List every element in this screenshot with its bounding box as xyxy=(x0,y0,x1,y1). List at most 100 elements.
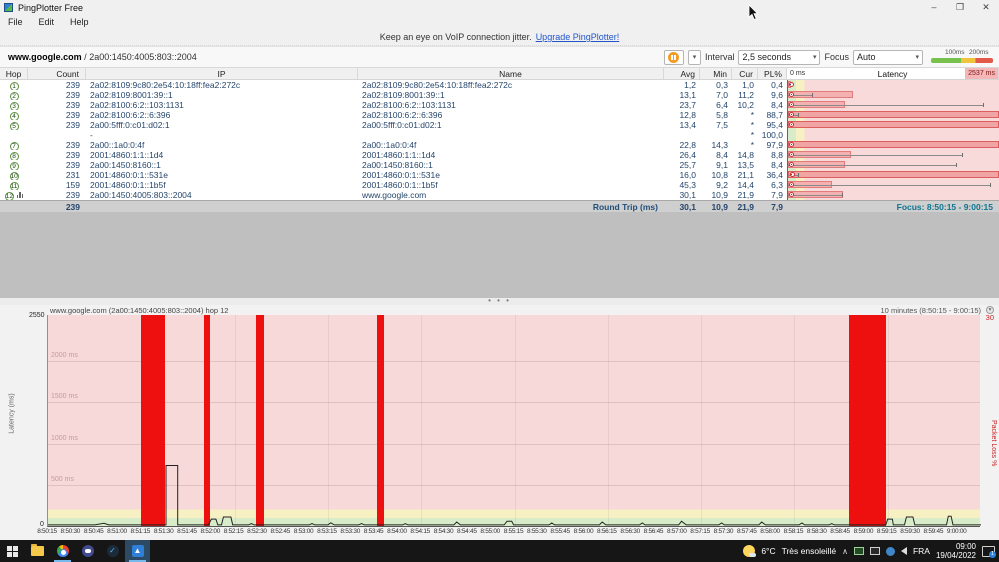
pl-cell: 8,4 xyxy=(771,100,783,110)
count-cell: 231 xyxy=(65,170,80,180)
hop-number-badge: 4 xyxy=(9,112,19,120)
latency-mini-graph xyxy=(787,80,999,90)
hop-row[interactable]: 1 239 2a02:8109:9c80:2e54:10:18ff:fea2:272… xyxy=(0,80,999,90)
action-center-icon[interactable]: 1 xyxy=(982,545,996,558)
network-icon[interactable] xyxy=(853,547,864,555)
tray-language[interactable]: FRA xyxy=(913,546,930,556)
taskbar-discord[interactable] xyxy=(75,540,100,562)
hop-row[interactable]: 12 239 2a00:1450:4005:803::2004 www.google.… xyxy=(0,190,999,200)
menu-help[interactable]: Help xyxy=(62,17,97,27)
pane-splitter-handle[interactable]: • • • xyxy=(0,297,999,305)
min-cell: 14,3 xyxy=(711,140,728,150)
col-header-hop[interactable]: Hop xyxy=(0,68,28,79)
time-tick-label: 8:56:45 xyxy=(643,528,664,535)
focus-select[interactable]: Auto ▾ xyxy=(853,49,923,65)
interval-label: Interval xyxy=(704,52,735,62)
cur-cell: 21,9 xyxy=(737,190,754,200)
summary-count: 239 xyxy=(65,202,80,212)
interval-value: 2,5 seconds xyxy=(742,52,792,62)
col-header-min[interactable]: Min xyxy=(700,68,732,79)
col-header-latency[interactable]: 0 ms Latency 2537 ms xyxy=(787,68,999,79)
latency-mini-graph xyxy=(787,100,999,110)
tray-date: 19/04/2022 xyxy=(935,551,976,560)
packet-loss-axis-max: 30 xyxy=(985,313,994,322)
graph-time-range[interactable]: 10 minutes (8:50:15 - 9:00:15) xyxy=(881,306,981,315)
interval-select[interactable]: 2,5 seconds ▾ xyxy=(738,49,821,65)
mouse-cursor xyxy=(748,5,759,21)
empty-panel-area xyxy=(0,212,999,298)
target-bar: www.google.com / 2a00:1450:4005:803::200… xyxy=(0,46,999,68)
hop-row[interactable]: 8 239 2001:4860:1:1::1d4 2001:4860:1:1::1d4… xyxy=(0,150,999,160)
upgrade-link[interactable]: Upgrade PingPlotter! xyxy=(536,32,620,42)
latency-range-bar xyxy=(788,141,999,148)
hop-row[interactable]: 7 239 2a00::1a0:0:4f 2a00::1a0:0:4f 22,8 14,3… xyxy=(0,140,999,150)
taskbar-chrome[interactable] xyxy=(50,540,75,562)
col-header-cur[interactable]: Cur xyxy=(732,68,758,79)
onedrive-icon[interactable] xyxy=(885,546,895,556)
window-title: PingPlotter Free xyxy=(18,2,84,13)
round-trip-label: Round Trip (ms) xyxy=(592,202,658,212)
name-cell xyxy=(358,130,664,140)
speaker-icon[interactable] xyxy=(900,547,907,555)
name-cell: 2a00:1450:8160::1 xyxy=(362,160,433,170)
tray-temperature[interactable]: 6°C xyxy=(761,546,775,556)
pause-button[interactable] xyxy=(663,49,684,65)
taskbar-check-app[interactable]: ✓ xyxy=(100,540,125,562)
avg-cell: 45,3 xyxy=(679,180,696,190)
hop-row[interactable]: 3 239 2a02:8100:6:2::103:1131 2a02:8100:6:2… xyxy=(0,100,999,110)
col-header-pl[interactable]: PL% xyxy=(758,68,787,79)
min-cell xyxy=(700,130,732,140)
tray-chevron-icon[interactable]: ∧ xyxy=(842,547,848,556)
cur-cell: 21,1 xyxy=(737,170,754,180)
ip-cell: 2a00:1450:8160::1 xyxy=(90,160,161,170)
start-button[interactable] xyxy=(0,540,25,562)
chrome-icon xyxy=(56,545,69,557)
display-icon[interactable] xyxy=(869,547,880,555)
graph-title[interactable]: www.google.com (2a00:1450:4005:803::2004… xyxy=(50,306,228,315)
hop-row[interactable]: 10 231 2001:4860:0:1::531e 2001:4860:0:1::5… xyxy=(0,170,999,180)
min-cell: 7,0 xyxy=(716,90,728,100)
col-header-name[interactable]: Name xyxy=(358,68,664,79)
name-cell: 2001:4860:1:1::1d4 xyxy=(362,150,436,160)
menu-file[interactable]: File xyxy=(0,17,31,27)
hop-row[interactable]: 11 159 2001:4860:0:1::1b5f 2001:4860:0:1::1… xyxy=(0,180,999,190)
target-summary[interactable]: www.google.com / 2a00:1450:4005:803::200… xyxy=(8,52,197,62)
tray-weather-text[interactable]: Très ensoleillé xyxy=(782,546,837,556)
hop-row[interactable]: 5 239 2a00:5fff:0:c01:d02:1 2a00:5fff:0:c01… xyxy=(0,120,999,130)
taskbar-file-explorer[interactable] xyxy=(25,540,50,562)
cur-cell: 13,5 xyxy=(737,160,754,170)
minimize-button[interactable]: – xyxy=(921,0,947,15)
time-tick-label: 8:54:00 xyxy=(387,528,407,535)
latency-range-bar xyxy=(788,171,999,178)
timeline-plot-area[interactable]: 2000 ms 1500 ms 1000 ms 500 ms xyxy=(47,315,981,527)
latency-whisker xyxy=(788,193,843,197)
time-tick-label: 8:54:45 xyxy=(457,528,477,535)
count-cell: 239 xyxy=(65,150,80,160)
menu-edit[interactable]: Edit xyxy=(31,17,63,27)
pause-dropdown-button[interactable]: ▾ xyxy=(687,49,701,65)
tray-clock[interactable]: 09:00 19/04/2022 xyxy=(936,542,976,560)
hop-row[interactable]: 2 239 2a02:8109:8001:39::1 2a02:8109:8001:3… xyxy=(0,90,999,100)
min-cell: 6,4 xyxy=(716,100,728,110)
close-button[interactable]: ✕ xyxy=(973,0,999,15)
cur-cell: 14,4 xyxy=(737,180,754,190)
restore-button[interactable]: ❐ xyxy=(947,0,973,15)
weather-icon[interactable] xyxy=(743,545,757,557)
name-cell: 2001:4860:0:1::531e xyxy=(362,170,440,180)
cur-cell: * xyxy=(750,140,754,150)
time-tick-label: 8:54:30 xyxy=(433,528,454,535)
hop-row[interactable]: 9 239 2a00:1450:8160::1 2a00:1450:8160::1 25… xyxy=(0,160,999,170)
time-tick-label: 8:52:30 xyxy=(247,528,267,535)
col-header-avg[interactable]: Avg xyxy=(664,68,700,79)
taskbar-pingplotter[interactable]: ▲ xyxy=(125,540,150,562)
time-tick-label: 8:55:30 xyxy=(527,528,547,535)
cur-cell: * xyxy=(750,130,754,140)
col-header-ip[interactable]: IP xyxy=(86,68,358,79)
legend-100ms: 100ms xyxy=(945,49,965,56)
avg-cell: 13,1 xyxy=(679,90,696,100)
hop-row[interactable]: 4 239 2a02:8100:6:2::6:396 2a02:8100:6:2::6… xyxy=(0,110,999,120)
col-header-count[interactable]: Count xyxy=(28,68,86,79)
hop-row[interactable]: - * 100,0 xyxy=(0,130,999,140)
cur-cell: * xyxy=(750,110,754,120)
latency-mini-graph xyxy=(787,140,999,150)
